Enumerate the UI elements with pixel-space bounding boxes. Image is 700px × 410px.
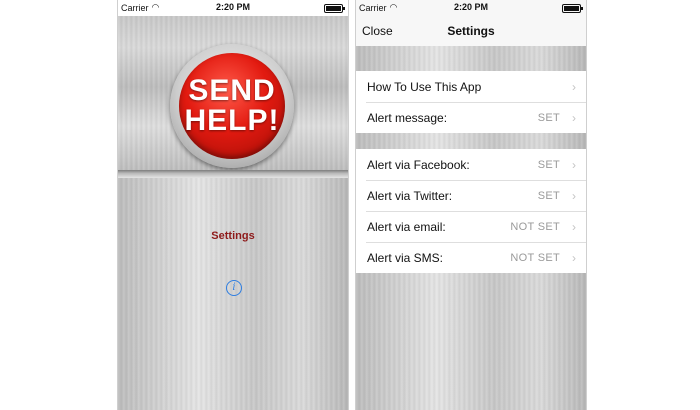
button-panel: SEND HELP! bbox=[118, 16, 348, 173]
row-how-to-use[interactable]: How To Use This App › bbox=[356, 71, 586, 102]
send-help-button-face[interactable]: SEND HELP! bbox=[179, 53, 285, 159]
info-icon[interactable]: i bbox=[226, 280, 242, 296]
row-value: SET bbox=[537, 189, 560, 202]
row-alert-sms[interactable]: Alert via SMS: NOT SET › bbox=[356, 242, 586, 273]
row-label: How To Use This App bbox=[367, 79, 482, 94]
chevron-right-icon: › bbox=[572, 110, 576, 125]
row-alert-twitter[interactable]: Alert via Twitter: SET › bbox=[356, 180, 586, 211]
row-alert-facebook[interactable]: Alert via Facebook: SET › bbox=[356, 149, 586, 180]
status-bar: Carrier ◠ 2:20 PM bbox=[118, 0, 348, 16]
settings-screen: Carrier ◠ 2:20 PM Close Settings How To … bbox=[355, 0, 587, 410]
battery-icon bbox=[324, 4, 345, 13]
row-label: Alert via email: bbox=[367, 219, 446, 234]
send-help-button[interactable]: SEND HELP! bbox=[170, 44, 294, 168]
row-label: Alert message: bbox=[367, 110, 448, 125]
chevron-right-icon: › bbox=[572, 79, 576, 94]
settings-group-channels: Alert via Facebook: SET › Alert via Twit… bbox=[356, 149, 586, 273]
row-label: Alert via Twitter: bbox=[367, 188, 453, 203]
settings-group-info: How To Use This App › Alert message: SET… bbox=[356, 71, 586, 133]
chevron-right-icon: › bbox=[572, 157, 576, 172]
page-title: Settings bbox=[447, 24, 495, 38]
row-alert-email[interactable]: Alert via email: NOT SET › bbox=[356, 211, 586, 242]
nav-bar: Close Settings bbox=[356, 16, 586, 46]
chevron-right-icon: › bbox=[572, 219, 576, 234]
chevron-right-icon: › bbox=[572, 250, 576, 265]
panel-divider bbox=[118, 170, 348, 178]
row-value: NOT SET bbox=[510, 251, 560, 264]
row-label: Alert via Facebook: bbox=[367, 157, 470, 172]
status-bar-settings: Carrier ◠ 2:20 PM bbox=[356, 0, 586, 16]
button-line-2: HELP! bbox=[184, 104, 280, 137]
status-time: 2:20 PM bbox=[215, 2, 250, 12]
status-time: 2:20 PM bbox=[453, 2, 488, 12]
main-screen: SEND HELP! Carrier ◠ 2:20 PM Settings i bbox=[117, 0, 349, 410]
row-value: SET bbox=[537, 111, 560, 124]
settings-link[interactable]: Settings bbox=[118, 230, 348, 242]
button-line-1: SEND bbox=[188, 74, 276, 107]
row-value: SET bbox=[537, 158, 560, 171]
row-value: NOT SET bbox=[510, 220, 560, 233]
row-label: Alert via SMS: bbox=[367, 250, 444, 265]
row-alert-message[interactable]: Alert message: SET › bbox=[356, 102, 586, 133]
chevron-right-icon: › bbox=[572, 188, 576, 203]
battery-icon bbox=[562, 4, 583, 13]
